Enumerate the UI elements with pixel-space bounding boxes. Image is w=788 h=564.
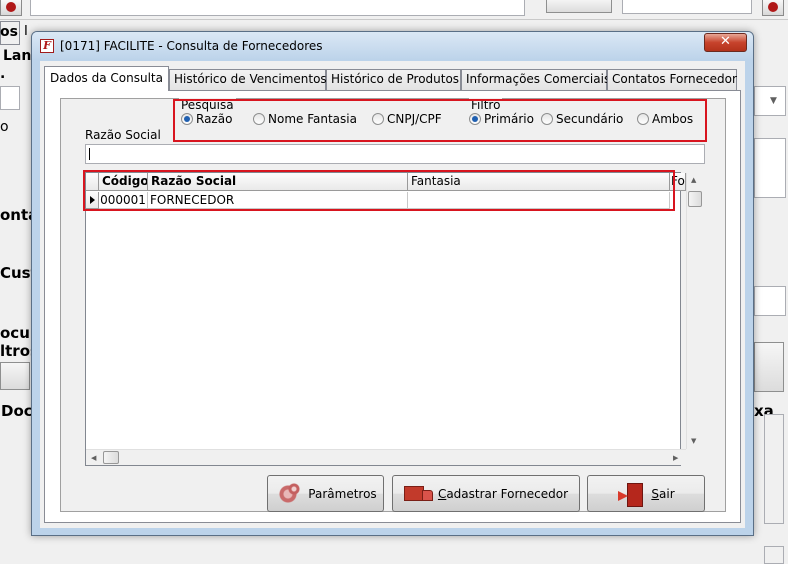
cadastrar-fornecedor-button[interactable]: Cadastrar Fornecedor (392, 475, 580, 512)
tab-contatos-fornecedor[interactable]: Contatos Fornecedor (607, 69, 737, 90)
tab-historico-de-vencimentos[interactable]: Histórico de Vencimentos (169, 69, 327, 90)
close-icon: ✕ (720, 34, 731, 49)
background-list[interactable] (754, 138, 786, 198)
tab-dados-da-consulta[interactable]: Dados da Consulta (44, 66, 169, 91)
tab-label: Dados da Consulta (50, 71, 163, 85)
background-button[interactable] (0, 362, 30, 390)
background-field[interactable] (0, 86, 20, 110)
fornecedores-grid[interactable]: Código Razão Social Fantasia Fo 000001 F… (85, 172, 703, 466)
text-caret (89, 148, 90, 160)
truck-icon (403, 482, 433, 506)
dialog-window: F [0171] FACILITE - Consulta de Forneced… (31, 31, 754, 536)
tab-label: Informações Comerciais (466, 72, 611, 86)
tab-informacoes-comerciais[interactable]: Informações Comerciais (461, 69, 611, 90)
background-text: . (0, 66, 6, 82)
close-button[interactable]: ✕ (704, 33, 747, 52)
button-label: Sair (651, 487, 674, 501)
consulta-panel: Pesquisa Razão Nome Fantasia CNPJ/CPF Fi… (60, 98, 726, 512)
tab-label: Histórico de Produtos (331, 72, 460, 86)
grid-vertical-scrollbar[interactable]: ▲ ▼ (686, 173, 703, 449)
gears-icon (274, 481, 303, 506)
background-button[interactable] (546, 0, 612, 13)
title-bar[interactable]: F [0171] FACILITE - Consulta de Forneced… (32, 32, 753, 60)
background-field-2[interactable] (754, 286, 786, 316)
dialog-client: Dados da Consulta Histórico de Venciment… (40, 61, 745, 528)
scroll-up-icon[interactable]: ▲ (691, 176, 696, 184)
background-input-2[interactable] (622, 0, 752, 14)
facilite-app-icon: F (40, 39, 54, 53)
tab-panel-dados-da-consulta: Pesquisa Razão Nome Fantasia CNPJ/CPF Fi… (44, 90, 741, 523)
mnemonic: S (651, 486, 659, 501)
sair-button[interactable]: Sair (587, 475, 705, 512)
tab-historico-de-produtos[interactable]: Histórico de Produtos (326, 69, 461, 90)
parametros-button[interactable]: Parâmetros (267, 475, 384, 512)
scroll-down-icon[interactable]: ▼ (691, 437, 696, 445)
background-text: Lan (3, 48, 32, 64)
background-scrollbar[interactable] (764, 414, 784, 524)
background-text: o (0, 119, 9, 135)
chevron-down-icon: ▼ (770, 96, 777, 106)
scroll-thumb[interactable] (103, 451, 119, 464)
razao-social-label: Razão Social (85, 128, 161, 142)
background-text: I (24, 24, 28, 39)
tab-label: Histórico de Vencimentos (174, 72, 327, 86)
background-input[interactable] (30, 0, 525, 16)
scroll-right-icon[interactable]: ▶ (673, 454, 678, 462)
background-text: Doc (1, 402, 33, 420)
label-rest: adastrar Fornecedor (446, 486, 569, 501)
button-label: Cadastrar Fornecedor (438, 487, 568, 501)
background-app-icon-2[interactable] (762, 0, 784, 16)
scroll-thumb[interactable] (688, 191, 702, 207)
background-app-icon[interactable] (0, 0, 22, 16)
exit-door-icon (617, 482, 645, 507)
background-text: os (0, 24, 18, 40)
grid-horizontal-scrollbar[interactable]: ◀ ▶ (86, 449, 686, 465)
highlight-box-grid (83, 170, 675, 211)
scroll-left-icon[interactable]: ◀ (91, 454, 96, 462)
tab-label: Contatos Fornecedor (612, 72, 737, 86)
label-rest: air (659, 486, 675, 501)
button-label: Parâmetros (308, 486, 377, 501)
window-title: [0171] FACILITE - Consulta de Fornecedor… (60, 39, 323, 53)
background-scrollbar-2[interactable] (764, 546, 784, 564)
background-button-2[interactable] (754, 342, 784, 392)
razao-social-input[interactable] (85, 144, 705, 164)
highlight-box-filters (173, 99, 707, 142)
